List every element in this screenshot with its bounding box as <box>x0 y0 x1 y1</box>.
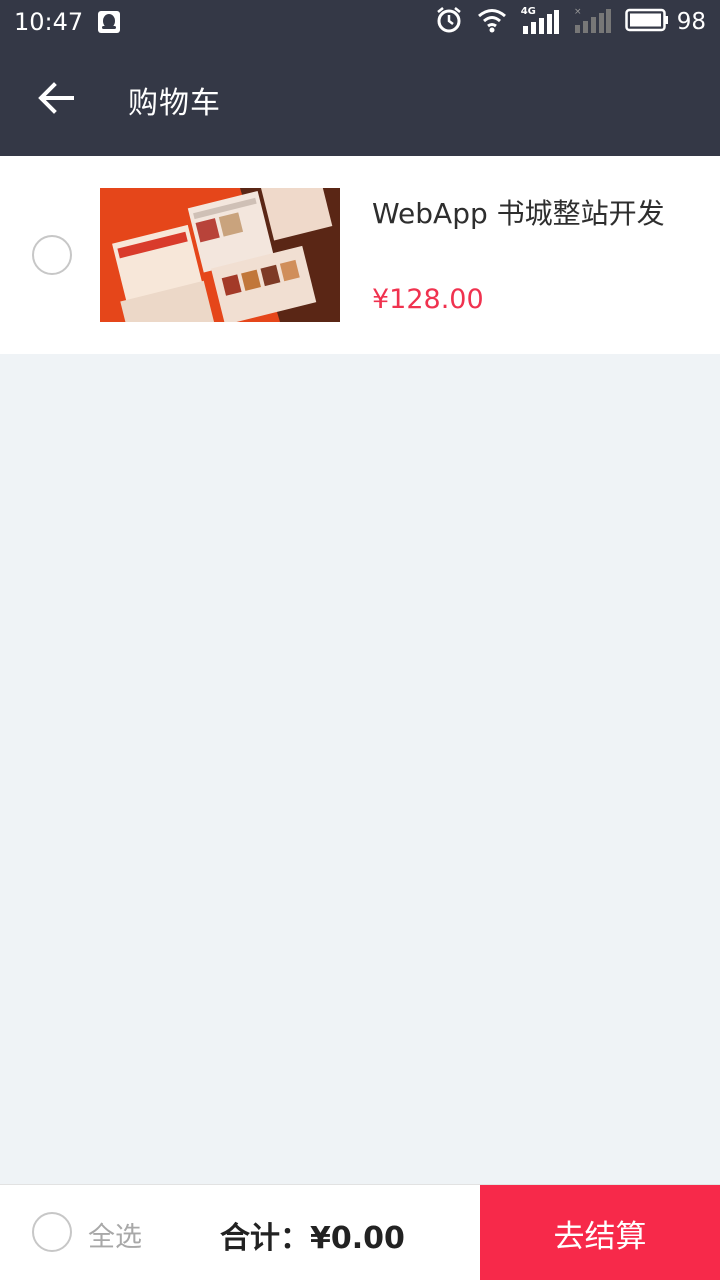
status-time: 10:47 <box>14 8 84 36</box>
battery-icon <box>624 8 669 36</box>
alarm-icon <box>435 6 463 38</box>
network-type-label: 4G <box>520 6 536 17</box>
item-title[interactable]: WebApp 书城整站开发 <box>372 192 665 232</box>
qq-icon <box>97 10 121 34</box>
book-thumbnail-image <box>100 188 340 322</box>
wifi-icon <box>477 7 507 37</box>
item-thumbnail[interactable] <box>100 188 340 322</box>
nav-bar: 购物车 <box>0 44 720 156</box>
cart-item: WebApp 书城整站开发 ¥128.00 <box>0 156 720 354</box>
svg-text:×: × <box>574 7 582 17</box>
signal-2-icon: × <box>573 7 611 37</box>
select-all-checkbox[interactable] <box>32 1212 72 1252</box>
total-value: ¥0.00 <box>310 1221 405 1256</box>
item-price: ¥128.00 <box>372 284 484 315</box>
total-summary: 合计：¥0.00 <box>220 1213 405 1257</box>
checkout-bar: 全选 合计：¥0.00 去结算 <box>0 1184 720 1280</box>
status-icons: 4G × 98 <box>435 6 706 38</box>
signal-icon: 4G <box>521 6 559 34</box>
back-button[interactable] <box>28 72 84 128</box>
status-bar: 10:47 4G × 98 <box>0 0 720 44</box>
checkout-button[interactable]: 去结算 <box>480 1185 720 1280</box>
battery-level: 98 <box>676 9 706 35</box>
page-title: 购物车 <box>128 86 221 121</box>
arrow-left-icon <box>38 82 74 118</box>
total-label: 合计： <box>220 1221 310 1256</box>
item-checkbox[interactable] <box>32 235 72 275</box>
select-all-label[interactable]: 全选 <box>88 1215 142 1254</box>
